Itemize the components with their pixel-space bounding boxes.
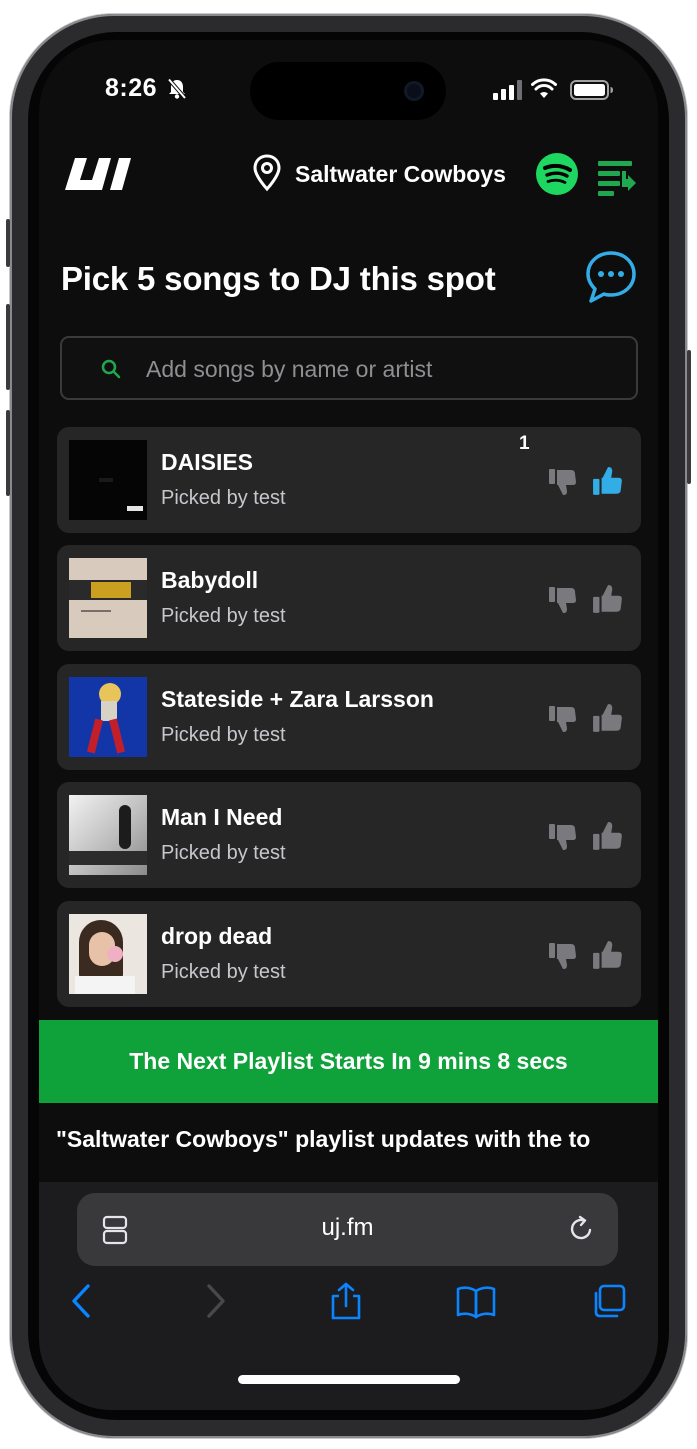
- search-input[interactable]: [146, 348, 616, 390]
- action-button: [6, 219, 10, 267]
- album-art-stateside: [69, 677, 147, 757]
- song-card[interactable]: drop dead Picked by test: [57, 901, 641, 1007]
- song-title: DAISIES: [161, 449, 254, 475]
- tabs-icon[interactable]: [592, 1282, 626, 1320]
- battery-icon: [570, 80, 613, 100]
- vote-count: 1: [519, 433, 530, 454]
- song-card[interactable]: Babydoll Picked by test: [57, 545, 641, 651]
- song-card[interactable]: Stateside + Zara Larsson Picked by test: [57, 664, 641, 770]
- song-title: drop dead: [161, 923, 273, 949]
- song-card[interactable]: Man I Need Picked by test: [57, 782, 641, 888]
- spotify-icon[interactable]: [536, 153, 578, 195]
- uj-logo[interactable]: [65, 158, 137, 190]
- dynamic-island: [250, 62, 446, 120]
- location-pin-icon: [253, 154, 281, 192]
- album-art-babydoll: [69, 558, 147, 638]
- song-card[interactable]: DAISIES Picked by test 1: [57, 427, 641, 533]
- forward-icon[interactable]: [197, 1282, 231, 1320]
- thumbs-up-icon[interactable]: [592, 939, 624, 971]
- song-title: Man I Need: [161, 804, 283, 830]
- bookmarks-icon[interactable]: [456, 1282, 496, 1320]
- song-picker: Picked by test: [161, 961, 286, 983]
- album-art-daisies: [69, 440, 147, 520]
- thumbs-down-icon[interactable]: [548, 585, 578, 615]
- playlist-update-marquee: "Saltwater Cowboys" playlist updates wit…: [56, 1126, 591, 1152]
- reload-icon[interactable]: [568, 1215, 596, 1243]
- thumbs-down-icon[interactable]: [548, 467, 578, 497]
- thumbs-up-icon[interactable]: [592, 702, 624, 734]
- song-picker: Picked by test: [161, 487, 286, 509]
- home-indicator[interactable]: [238, 1375, 460, 1384]
- search-icon: [101, 359, 121, 379]
- song-title: Stateside + Zara Larsson: [161, 686, 434, 712]
- thumbs-up-icon[interactable]: [592, 820, 624, 852]
- camera: [404, 81, 424, 101]
- song-picker: Picked by test: [161, 605, 286, 627]
- thumbs-up-icon[interactable]: [592, 465, 624, 497]
- status-time: 8:26: [105, 74, 158, 102]
- back-icon[interactable]: [66, 1282, 100, 1320]
- volume-down-button: [6, 410, 10, 496]
- wifi-icon: [531, 78, 557, 98]
- album-art-drop-dead: [69, 914, 147, 994]
- screen: 8:26 Saltwater Cowboys Pick 5 songs to D…: [39, 40, 658, 1410]
- thumbs-down-icon[interactable]: [548, 941, 578, 971]
- address-bar[interactable]: uj.fm: [77, 1193, 618, 1266]
- album-art-man-i-need: [69, 795, 147, 875]
- queue-icon[interactable]: [596, 157, 638, 199]
- search-box[interactable]: [60, 336, 638, 400]
- thumbs-up-icon[interactable]: [592, 583, 624, 615]
- share-icon[interactable]: [329, 1282, 363, 1320]
- thumbs-down-icon[interactable]: [548, 704, 578, 734]
- cellular-signal-icon: [493, 80, 522, 100]
- venue-name[interactable]: Saltwater Cowboys: [295, 161, 506, 188]
- power-button: [687, 350, 691, 484]
- song-picker: Picked by test: [161, 842, 286, 864]
- page-title: Pick 5 songs to DJ this spot: [61, 260, 496, 297]
- chat-bubble-icon[interactable]: [585, 250, 637, 304]
- song-title: Babydoll: [161, 567, 259, 593]
- url-text[interactable]: uj.fm: [77, 1214, 618, 1242]
- song-picker: Picked by test: [161, 724, 286, 746]
- thumbs-down-icon[interactable]: [548, 822, 578, 852]
- countdown-banner: The Next Playlist Starts In 9 mins 8 sec…: [39, 1020, 658, 1103]
- bell-off-icon: [167, 78, 187, 100]
- volume-up-button: [6, 304, 10, 390]
